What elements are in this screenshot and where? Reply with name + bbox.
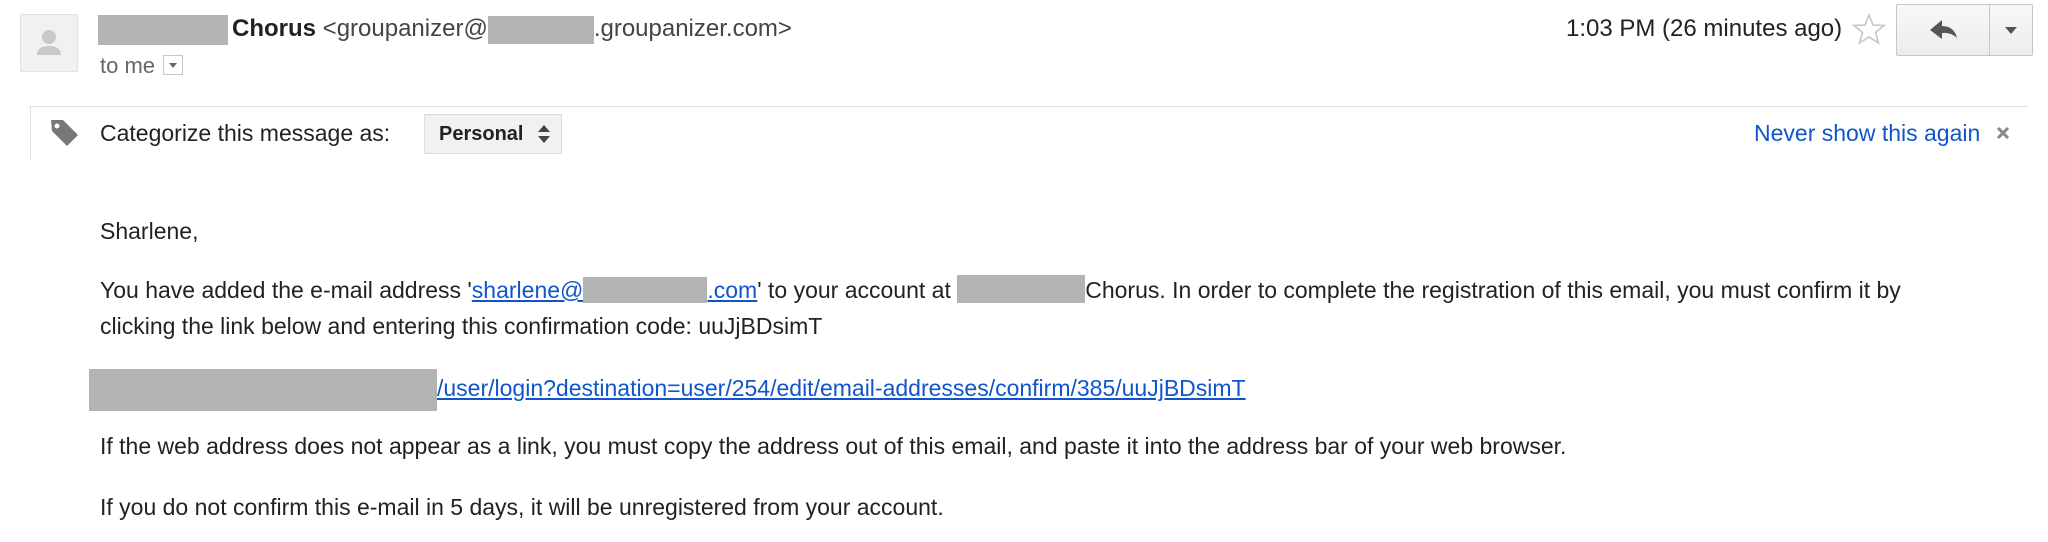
confirmation-link[interactable]: /user/login?destination=user/254/edit/em… bbox=[437, 375, 1246, 401]
chevron-down-icon bbox=[2005, 27, 2017, 34]
paragraph-1-line-1: You have added the e-mail address 'sharl… bbox=[100, 272, 1901, 308]
more-actions-button[interactable] bbox=[1989, 4, 2033, 56]
tag-icon bbox=[48, 116, 82, 150]
email-link-start: sharlene@ bbox=[471, 277, 584, 303]
recipient-details-toggle[interactable] bbox=[163, 55, 184, 76]
recipient-line: to me bbox=[100, 50, 184, 82]
sender-email-start: <groupanizer@ bbox=[322, 15, 488, 42]
text-segment: Chorus. In order to complete the registr… bbox=[1085, 277, 1901, 303]
paragraph-3: If you do not confirm this e-mail in 5 d… bbox=[100, 494, 944, 520]
sender-email-end: .groupanizer.com> bbox=[593, 15, 792, 42]
chevron-down-icon bbox=[169, 63, 178, 69]
message-timestamp: 1:03 PM (26 minutes ago) bbox=[1566, 15, 1843, 42]
avatar-icon bbox=[37, 30, 61, 55]
text-segment: You have added the e-mail address ' bbox=[100, 277, 472, 303]
greeting: Sharlene, bbox=[100, 218, 199, 244]
category-select[interactable]: Personal bbox=[424, 114, 563, 154]
category-select-value: Personal bbox=[439, 123, 524, 145]
reply-button[interactable] bbox=[1896, 4, 1990, 56]
close-button[interactable] bbox=[1992, 122, 2014, 144]
text-segment: ' to your account at bbox=[757, 277, 958, 303]
paragraph-1-line-2: clicking the link below and entering thi… bbox=[100, 313, 823, 339]
redacted-block bbox=[98, 14, 228, 45]
sender-line: Chorus <groupanizer@ .groupanizer.com> bbox=[98, 12, 792, 46]
sort-arrows-icon bbox=[538, 125, 551, 143]
paragraph-2: If the web address does not appear as a … bbox=[100, 433, 1567, 459]
close-icon bbox=[1996, 126, 2010, 140]
star-icon bbox=[1851, 12, 1887, 45]
recipient-label: to me bbox=[100, 53, 156, 78]
categorize-label: Categorize this message as: bbox=[100, 120, 391, 146]
redacted-block bbox=[89, 369, 437, 411]
confirmation-link-row: /user/login?destination=user/254/edit/em… bbox=[437, 370, 1246, 406]
email-link-end: .com bbox=[707, 277, 758, 303]
sender-name[interactable]: Chorus bbox=[232, 15, 316, 42]
star-button[interactable] bbox=[1851, 12, 1887, 46]
redacted-block bbox=[487, 15, 594, 44]
redacted-block bbox=[583, 277, 708, 303]
never-show-again-link[interactable]: Never show this again bbox=[1754, 116, 1980, 150]
reply-icon bbox=[1930, 20, 1957, 39]
sender-avatar[interactable] bbox=[20, 14, 78, 72]
redacted-block bbox=[957, 275, 1086, 303]
email-address-link[interactable]: sharlene@ .com bbox=[472, 277, 757, 303]
